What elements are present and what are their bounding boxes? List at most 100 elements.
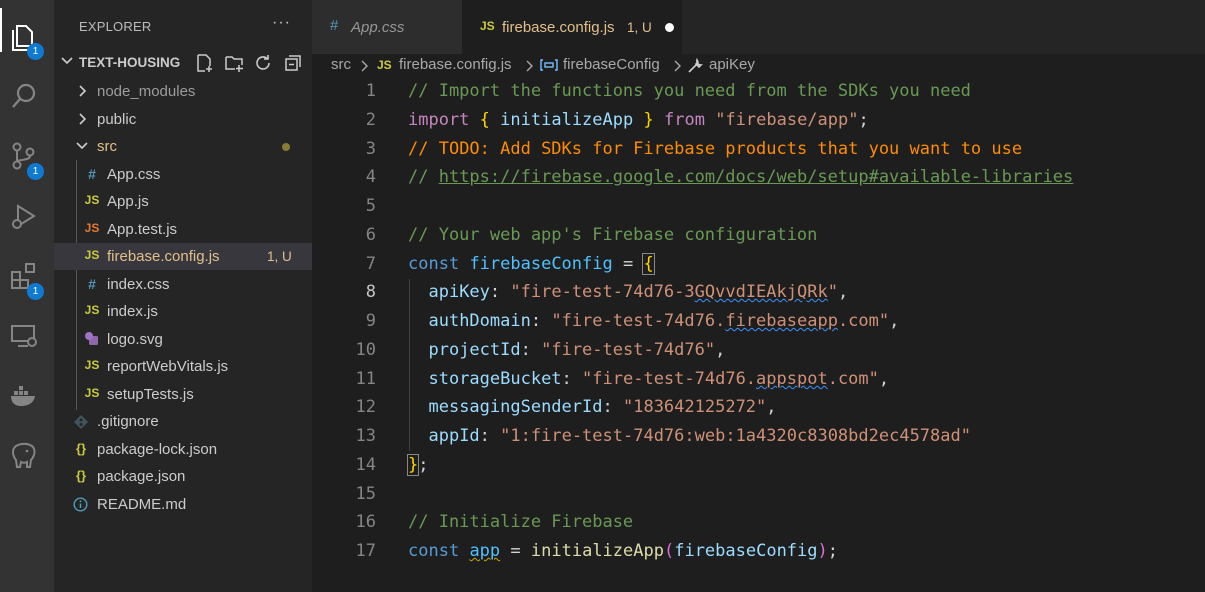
punctuation: : [602, 397, 613, 417]
tree-file-package-lock-json[interactable]: {} package-lock.json [54, 436, 312, 463]
run-debug-icon [12, 204, 36, 229]
chevron-right-icon [361, 60, 368, 72]
string: "fire-test-74d76-3 [510, 282, 695, 302]
activity-bar: 1 1 1 [0, 0, 54, 592]
tree-file-index-js[interactable]: JS index.js [54, 298, 312, 325]
js-file-icon: JS [84, 358, 100, 372]
remote-explorer-activity-button[interactable] [0, 312, 54, 360]
run-debug-activity-button[interactable] [0, 192, 54, 240]
database-activity-button[interactable] [0, 432, 54, 480]
collapse-all-icon[interactable] [283, 53, 303, 73]
chevron-down-icon [61, 57, 73, 65]
tree-folder-public[interactable]: public [54, 106, 312, 133]
search-activity-button[interactable] [0, 72, 54, 120]
property-key: storageBucket [428, 369, 562, 389]
tab-label: App.css [351, 19, 405, 36]
tree-item-label: public [97, 111, 137, 128]
svg-file-icon [85, 332, 98, 345]
todo-comment: TODO: Add SDKs for Firebase products tha… [438, 139, 1023, 159]
tab-firebase-config-js[interactable]: JS firebase.config.js 1, U [462, 0, 682, 54]
extensions-activity-button[interactable]: 1 [0, 252, 54, 300]
css-file-icon: # [88, 276, 96, 292]
punctuation: : [520, 340, 531, 360]
operator: = [622, 254, 634, 274]
breadcrumb-src[interactable]: src [331, 56, 351, 73]
tree-item-label: logo.svg [107, 331, 163, 348]
tree-file-report-web-vitals-js[interactable]: JS reportWebVitals.js [54, 353, 312, 380]
js-file-icon: JS [84, 248, 100, 262]
line-number: 10 [355, 340, 376, 360]
comment: // Your web app's Firebase configuration [408, 225, 818, 245]
tree-file-app-test-js[interactable]: JS App.test.js [54, 216, 312, 243]
comment-link[interactable]: https://firebase.google.com/docs/web/set… [439, 167, 1074, 187]
json-file-icon: {} [75, 441, 87, 456]
line-number: 9 [365, 311, 376, 331]
tree-file-gitignore[interactable]: .gitignore [54, 408, 312, 435]
string: "fire-test-74d76" [541, 340, 716, 360]
code-line-17: const app = initializeApp(firebaseConfig… [408, 541, 838, 561]
new-folder-icon[interactable] [224, 53, 244, 73]
paren: ) [817, 541, 828, 561]
punctuation: ; [418, 455, 429, 475]
new-file-icon[interactable] [194, 53, 214, 73]
punctuation: , [766, 397, 777, 417]
tree-file-readme-md[interactable]: README.md [54, 491, 312, 518]
breadcrumb-property[interactable]: apiKey [709, 56, 755, 73]
js-file-icon: JS [377, 58, 392, 72]
tree-file-firebase-config-js[interactable]: JS firebase.config.js 1, U [54, 243, 312, 270]
breadcrumb-symbol[interactable]: firebaseConfig [563, 56, 660, 73]
tree-item-label: package.json [97, 468, 186, 485]
line-number: 3 [365, 139, 376, 159]
tree-file-logo-svg[interactable]: logo.svg [54, 326, 312, 353]
tree-file-app-js[interactable]: JS App.js [54, 188, 312, 215]
code-line-14: }; [406, 454, 429, 476]
brace: } [406, 454, 420, 476]
chevron-right-icon [674, 60, 681, 72]
project-header[interactable]: TEXT-HOUSING [54, 50, 312, 76]
source-control-badge: 1 [27, 163, 44, 180]
tree-file-setup-tests-js[interactable]: JS setupTests.js [54, 381, 312, 408]
string: "fire-test-74d76. [551, 311, 726, 331]
tree-file-index-css[interactable]: # index.css [54, 271, 312, 298]
property-key: apiKey [428, 282, 490, 302]
punctuation: : [530, 311, 542, 331]
property-key: messagingSenderId [428, 397, 603, 417]
gitignore-icon [74, 415, 88, 429]
project-name: TEXT-HOUSING [79, 55, 181, 70]
property-key: projectId [428, 340, 521, 360]
string-spell-warning: firebaseapp [725, 311, 838, 331]
docker-icon [11, 386, 35, 406]
paren: ( [663, 541, 675, 561]
string: "183642125272" [622, 397, 767, 417]
unsaved-dot[interactable] [665, 23, 674, 32]
source-control-activity-button[interactable]: 1 [0, 132, 54, 180]
more-actions-button[interactable]: ··· [272, 14, 291, 32]
code-line-4: // https://firebase.google.com/docs/web/… [408, 167, 1073, 187]
keyword: import [408, 110, 470, 130]
docker-activity-button[interactable] [0, 372, 54, 420]
punctuation: : [561, 369, 572, 389]
info-icon [73, 497, 88, 512]
code-editor[interactable]: 1 2 3 4 5 6 7 8 9 10 11 12 13 14 15 16 1… [312, 78, 1205, 592]
explorer-activity-button[interactable]: 1 [0, 12, 54, 60]
code-line-8: apiKey: "fire-test-74d76-3GQvvdIEAkjQRk"… [408, 282, 848, 302]
identifier-unused-warning: app [469, 541, 501, 561]
refresh-icon[interactable] [253, 53, 273, 73]
brace: } [643, 110, 654, 130]
tree-item-label: .gitignore [97, 413, 159, 430]
tree-file-package-json[interactable]: {} package.json [54, 463, 312, 490]
line-number: 6 [365, 225, 376, 245]
tree-folder-src[interactable]: src [54, 133, 312, 160]
string-spell-warning: appspot [756, 369, 828, 389]
tree-item-label: README.md [97, 496, 187, 513]
json-file-icon: {} [75, 468, 87, 483]
property-key: authDomain [428, 311, 531, 331]
tab-app-css[interactable]: # App.css [312, 0, 462, 54]
breadcrumb-file[interactable]: firebase.config.js [399, 56, 512, 73]
tree-folder-node-modules[interactable]: node_modules [54, 78, 312, 105]
code-line-16: // Initialize Firebase [408, 512, 633, 532]
string: "1:fire-test-74d76:web:1a4320c8308bd2ec4… [500, 426, 971, 446]
extensions-badge: 1 [27, 283, 44, 300]
comment-slashes: // [408, 167, 439, 187]
tree-file-app-css[interactable]: # App.css [54, 161, 312, 188]
